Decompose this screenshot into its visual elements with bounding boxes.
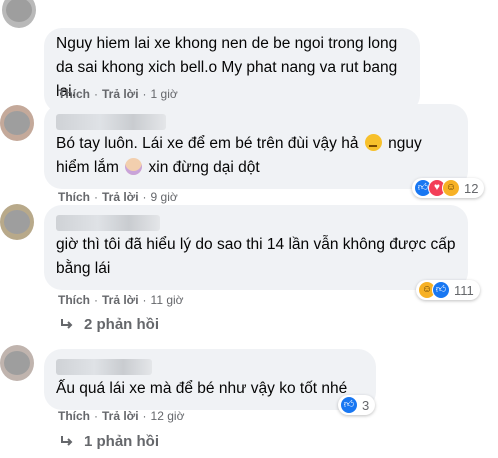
- comment-actions: Thích · Trả lời · 9 giờ: [58, 190, 178, 204]
- comment-timestamp[interactable]: 12 giờ: [151, 409, 185, 423]
- commenter-avatar[interactable]: [0, 345, 34, 381]
- reaction-count: 12: [464, 180, 479, 196]
- reply-link[interactable]: Trả lời: [102, 409, 139, 423]
- comment-actions: Thích · Trả lời · 12 giờ: [58, 409, 185, 423]
- comment-text: Ấu quá lái xe mà để bé như vậy ko tốt nh…: [56, 380, 348, 397]
- comment-bubble: giờ thì tôi đã hiểu lý do sao thi 14 lần…: [44, 205, 468, 290]
- comment-bubble: Ấu quá lái xe mà để bé như vậy ko tốt nh…: [44, 349, 376, 410]
- view-replies-link[interactable]: 2 phản hồi: [60, 316, 159, 333]
- reaction-count: 111: [454, 282, 474, 298]
- reply-link[interactable]: Trả lời: [102, 87, 139, 101]
- reply-link[interactable]: Trả lời: [102, 293, 139, 307]
- comment-actions: Thích · Trả lời · 1 giờ: [58, 87, 178, 101]
- commenter-avatar[interactable]: [0, 105, 34, 141]
- reply-arrow-icon: [61, 435, 73, 446]
- like-reaction-icon: 👍︎: [340, 396, 358, 414]
- haha-reaction-icon: ☺: [442, 179, 460, 197]
- commenter-name-blurred[interactable]: [56, 359, 152, 375]
- reaction-summary[interactable]: ☺ 👍︎ 111: [416, 280, 480, 300]
- comment-timestamp[interactable]: 1 giờ: [151, 87, 178, 101]
- commenter-avatar[interactable]: [2, 0, 36, 28]
- like-link[interactable]: Thích: [58, 87, 90, 101]
- like-reaction-icon: 👍︎: [432, 281, 450, 299]
- reply-link[interactable]: Trả lời: [102, 190, 139, 204]
- reaction-summary[interactable]: 👍︎ ♥ ☺ 12: [412, 178, 485, 198]
- reply-arrow-icon: [61, 318, 73, 329]
- thinking-face-icon: [364, 134, 382, 151]
- reaction-summary[interactable]: 👍︎ 3: [338, 395, 376, 415]
- comment-text: giờ thì tôi đã hiểu lý do sao thi 14 lần…: [56, 236, 456, 277]
- commenter-name-blurred[interactable]: [56, 114, 166, 130]
- comment-bubble: Bó tay luôn. Lái xe để em bé trên đùi vậ…: [44, 104, 468, 189]
- commenter-avatar[interactable]: [0, 204, 34, 240]
- reaction-count: 3: [362, 397, 370, 413]
- comment-text: Bó tay luôn. Lái xe để em bé trên đùi vậ…: [56, 134, 422, 176]
- like-link[interactable]: Thích: [58, 409, 90, 423]
- comment-actions: Thích · Trả lời · 11 giờ: [58, 293, 184, 307]
- like-link[interactable]: Thích: [58, 293, 90, 307]
- view-replies-link[interactable]: 1 phản hồi: [60, 433, 159, 450]
- comment-timestamp[interactable]: 9 giờ: [151, 190, 178, 204]
- commenter-name-blurred[interactable]: [56, 215, 160, 231]
- woman-gesturing-icon: [125, 158, 143, 175]
- like-link[interactable]: Thích: [58, 190, 90, 204]
- comment-timestamp[interactable]: 11 giờ: [151, 293, 184, 307]
